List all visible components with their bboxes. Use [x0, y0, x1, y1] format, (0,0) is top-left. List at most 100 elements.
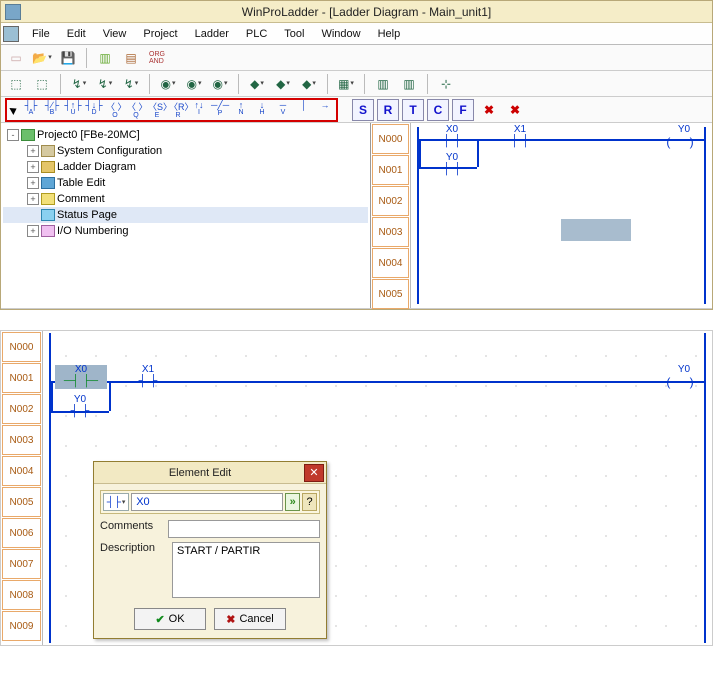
coil-y0[interactable]: Y0 ( ) — [666, 125, 702, 143]
rung-label[interactable]: N000 — [372, 124, 409, 154]
tool-2-11[interactable]: ◆▾ — [298, 73, 320, 95]
project-tree[interactable]: - Project0 [FBe-20MC] + System Configura… — [1, 123, 371, 308]
contact-type-dropdown[interactable]: ┤├▾ — [103, 493, 129, 511]
ladder-symbol-6[interactable]: 〈S〉E — [148, 100, 166, 119]
tool-2-3[interactable]: ↯▾ — [68, 73, 90, 95]
ladder-symbol-4[interactable]: 〈 〉O — [106, 100, 124, 119]
rung-label[interactable]: N005 — [2, 487, 41, 517]
cursor-icon[interactable] — [9, 105, 18, 115]
rung-label[interactable]: N008 — [2, 580, 41, 610]
ladder-symbol-13[interactable]: │ — [295, 100, 313, 119]
rung-label[interactable]: N002 — [2, 394, 41, 424]
contact-x0-selected[interactable]: X0 ─┤ ├─ — [55, 365, 107, 389]
new-icon[interactable]: ▭ — [5, 47, 27, 69]
ladder-symbol-7[interactable]: 〈R〉R — [169, 100, 187, 119]
tree-item-sysconfig[interactable]: + System Configuration — [3, 143, 368, 159]
save-icon[interactable]: 💾 — [57, 47, 79, 69]
menu-help[interactable]: Help — [370, 26, 409, 42]
ladder-symbol-0[interactable]: ┤├A — [22, 100, 40, 119]
coil-S-button[interactable]: S — [352, 99, 374, 121]
contact-x1[interactable]: X1 ┤ ├ — [125, 365, 171, 389]
ladder-symbol-5[interactable]: 〈 〉Q — [127, 100, 145, 119]
menu-edit[interactable]: Edit — [59, 26, 94, 42]
tool-2-6[interactable]: ◉▾ — [157, 73, 179, 95]
address-input[interactable] — [131, 493, 283, 511]
info-icon[interactable]: ? — [302, 493, 317, 511]
ladder-symbol-3[interactable]: ┤↓├D — [85, 100, 103, 119]
menu-window[interactable]: Window — [313, 26, 368, 42]
tool-2-5[interactable]: ↯▾ — [120, 73, 142, 95]
tree-item-io[interactable]: + I/O Numbering — [3, 223, 368, 239]
cancel-button[interactable]: ✖ Cancel — [214, 608, 286, 630]
rung-label[interactable]: N003 — [372, 217, 409, 247]
ok-button[interactable]: ✔ OK — [134, 608, 206, 630]
tool-2-14[interactable]: ▥ — [398, 73, 420, 95]
ladder-symbol-10[interactable]: ↑N — [232, 100, 250, 119]
contact-x0[interactable]: X0 ┤ ├ — [429, 125, 475, 149]
dialog-titlebar[interactable]: Element Edit ✕ — [94, 462, 326, 484]
tool-2-7[interactable]: ◉▾ — [183, 73, 205, 95]
menu-ladder[interactable]: Ladder — [187, 26, 237, 42]
rung-label[interactable]: N000 — [2, 332, 41, 362]
ladder-symbol-14[interactable]: → — [316, 100, 334, 119]
expand-icon[interactable]: + — [27, 177, 39, 189]
ladder-canvas-top[interactable]: X0 ┤ ├ X1 ┤ ├ Y0 ( ) Y0 ┤ ├ — [411, 123, 712, 308]
contact-x1[interactable]: X1 ┤ ├ — [497, 125, 543, 149]
ladder-symbol-9[interactable]: ─╱─P — [211, 100, 229, 119]
window-vert-icon[interactable]: ▤ — [120, 47, 142, 69]
rung-label[interactable]: N004 — [372, 248, 409, 278]
rung-label[interactable]: N001 — [2, 363, 41, 393]
coil-R-button[interactable]: R — [377, 99, 399, 121]
description-input[interactable] — [172, 542, 320, 598]
coil-y0[interactable]: Y0 ( ) — [666, 365, 702, 383]
expand-icon[interactable]: + — [27, 193, 39, 205]
ladder-symbol-12[interactable]: ─V — [274, 100, 292, 119]
rung-label[interactable]: N005 — [372, 279, 409, 309]
close-icon[interactable]: ✕ — [304, 464, 324, 482]
expand-icon[interactable]: + — [27, 145, 39, 157]
contact-y0-branch[interactable]: Y0 ┤ ├ — [429, 153, 475, 177]
tool-2-1[interactable]: ⬚ — [5, 73, 27, 95]
tree-item-status[interactable]: Status Page — [3, 207, 368, 223]
tool-2-12[interactable]: ▦▾ — [335, 73, 357, 95]
tool-2-9[interactable]: ◆▾ — [246, 73, 268, 95]
expand-icon[interactable]: + — [27, 225, 39, 237]
coil-C-button[interactable]: C — [427, 99, 449, 121]
rung-label[interactable]: N002 — [372, 186, 409, 216]
org-and-icon[interactable]: ORG AND — [146, 47, 168, 69]
rung-label[interactable]: N006 — [2, 518, 41, 548]
selection-cursor[interactable] — [561, 219, 631, 241]
ladder-canvas-detail[interactable]: X0 ─┤ ├─ X1 ┤ ├ Y0 ( ) Y0 ┤ ├ Element Ed… — [43, 331, 712, 645]
coil-F-button[interactable]: F — [452, 99, 474, 121]
delete-icon[interactable]: ✖ — [478, 99, 500, 121]
rung-label[interactable]: N009 — [2, 611, 41, 641]
window-horiz-icon[interactable]: ▥ — [94, 47, 116, 69]
tree-root[interactable]: - Project0 [FBe-20MC] — [3, 127, 368, 143]
rung-label[interactable]: N001 — [372, 155, 409, 185]
tool-2-4[interactable]: ↯▾ — [94, 73, 116, 95]
open-icon[interactable]: 📂▾ — [31, 47, 53, 69]
tool-2-10[interactable]: ◆▾ — [272, 73, 294, 95]
menu-tool[interactable]: Tool — [276, 26, 312, 42]
tool-2-8[interactable]: ◉▾ — [209, 73, 231, 95]
menu-plc[interactable]: PLC — [238, 26, 275, 42]
ladder-symbol-1[interactable]: ┤∕├B — [43, 100, 61, 119]
rung-label[interactable]: N004 — [2, 456, 41, 486]
apply-icon[interactable]: » — [285, 493, 300, 511]
tree-item-comment[interactable]: + Comment — [3, 191, 368, 207]
rung-label[interactable]: N007 — [2, 549, 41, 579]
menu-view[interactable]: View — [95, 26, 135, 42]
menu-file[interactable]: File — [24, 26, 58, 42]
ladder-symbol-8[interactable]: ↑↓I — [190, 100, 208, 119]
tree-item-ladder[interactable]: + Ladder Diagram — [3, 159, 368, 175]
tree-item-table[interactable]: + Table Edit — [3, 175, 368, 191]
expand-icon[interactable]: - — [7, 129, 19, 141]
rung-label[interactable]: N003 — [2, 425, 41, 455]
contact-y0-branch[interactable]: Y0 ┤ ├ — [57, 395, 103, 419]
ladder-symbol-11[interactable]: ↓H — [253, 100, 271, 119]
menu-project[interactable]: Project — [135, 26, 185, 42]
coil-T-button[interactable]: T — [402, 99, 424, 121]
comments-input[interactable] — [168, 520, 320, 538]
tool-2-13[interactable]: ▥ — [372, 73, 394, 95]
expand-icon[interactable]: + — [27, 161, 39, 173]
